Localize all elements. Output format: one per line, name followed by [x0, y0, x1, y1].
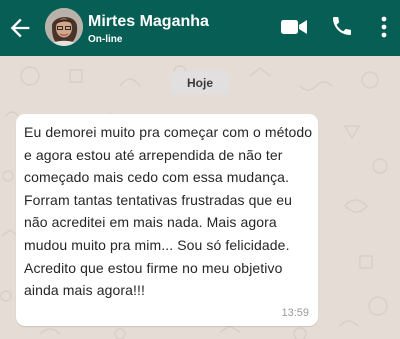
avatar-photo — [45, 8, 83, 46]
avatar[interactable] — [45, 8, 83, 46]
incoming-message-bubble[interactable]: Eu demorei muito pra começar com o métod… — [16, 114, 318, 326]
message-text: Eu demorei muito pra começar com o métod… — [24, 124, 313, 299]
more-vertical-icon[interactable] — [376, 14, 392, 40]
contact-status: On-line — [88, 34, 123, 45]
contact-name[interactable]: Mirtes Maganha — [88, 13, 209, 31]
date-divider: Hoje — [171, 71, 229, 95]
arrow-left-icon[interactable] — [6, 14, 34, 42]
video-camera-icon[interactable] — [280, 15, 308, 39]
message-timestamp: 13:59 — [281, 307, 309, 319]
phone-icon[interactable] — [330, 14, 354, 38]
chat-header: Mirtes Maganha On-line — [0, 0, 400, 56]
